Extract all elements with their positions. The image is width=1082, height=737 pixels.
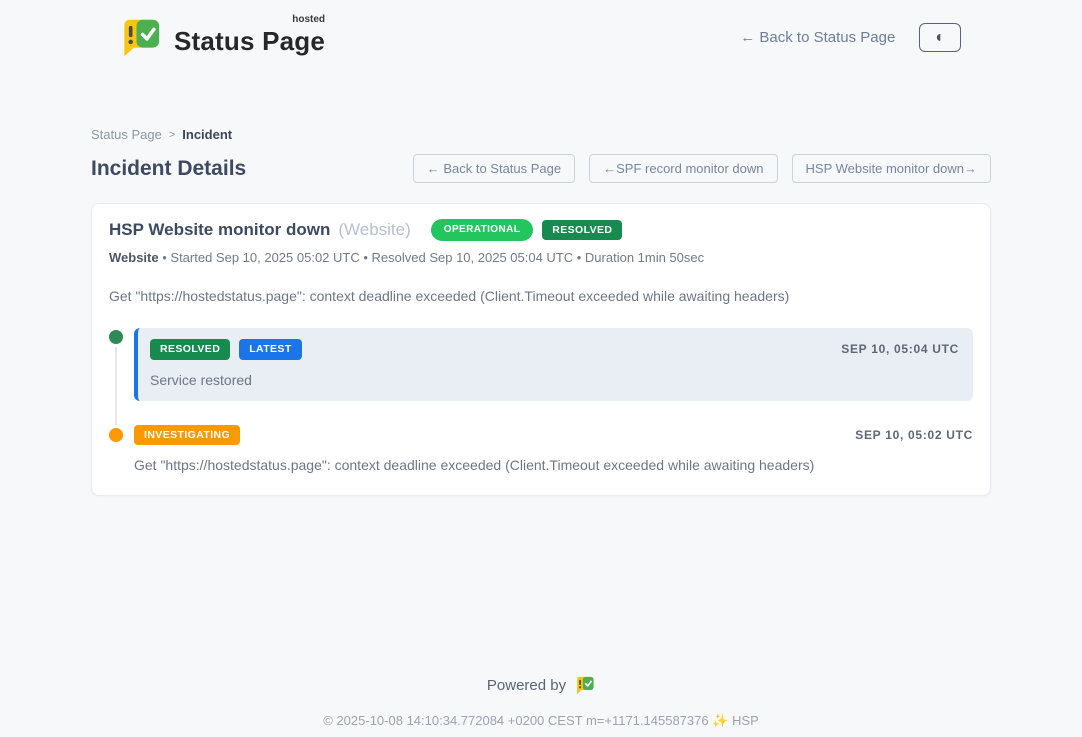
timeline-investigating-badge: INVESTIGATING bbox=[134, 425, 240, 446]
timeline-resolved-badge: RESOLVED bbox=[150, 339, 230, 360]
powered-by-label: Powered by bbox=[487, 677, 566, 694]
timeline-message: Service restored bbox=[150, 372, 959, 388]
brand-logo[interactable]: hosted Status Page bbox=[118, 18, 325, 58]
brand-superscript: hosted bbox=[292, 14, 325, 25]
page-title: Incident Details bbox=[91, 157, 246, 181]
timeline-dot-green bbox=[109, 330, 123, 344]
breadcrumb-status-page-link[interactable]: Status Page bbox=[91, 127, 162, 142]
incident-timeline: RESOLVED LATEST SEP 10, 05:04 UTC Servic… bbox=[109, 328, 973, 473]
breadcrumb-current-incident: Incident bbox=[182, 127, 232, 142]
incident-nav-buttons: ← Back to Status Page ←SPF record monito… bbox=[413, 154, 991, 183]
main-content: Status Page > Incident Incident Details … bbox=[91, 127, 991, 496]
breadcrumb-separator: > bbox=[169, 129, 175, 141]
timeline-dot-orange bbox=[109, 428, 123, 442]
timeline-latest-badge: LATEST bbox=[239, 339, 301, 360]
header-back-to-status-page-link[interactable]: ← Back to Status Page bbox=[740, 29, 895, 46]
theme-toggle-button[interactable]: ◐ bbox=[919, 23, 961, 52]
incident-description: Get "https://hostedstatus.page": context… bbox=[109, 288, 973, 304]
copyright-text: © 2025-10-08 14:10:34.772084 +0200 CEST … bbox=[0, 713, 1082, 729]
timeline-item-investigating: INVESTIGATING SEP 10, 05:02 UTC Get "htt… bbox=[109, 425, 973, 474]
powered-by-logo-icon[interactable] bbox=[574, 676, 595, 695]
resolved-status-badge: RESOLVED bbox=[542, 220, 622, 241]
incident-component-label: (Website) bbox=[338, 220, 410, 240]
half-circle-theme-icon: ◐ bbox=[935, 30, 945, 46]
footer: Powered by © 2025-10-08 14:10:34.772084 … bbox=[0, 676, 1082, 729]
incident-meta: Website • Started Sep 10, 2025 05:02 UTC… bbox=[109, 250, 973, 265]
breadcrumb: Status Page > Incident bbox=[91, 127, 991, 142]
timeline-item-resolved: RESOLVED LATEST SEP 10, 05:04 UTC Servic… bbox=[109, 328, 973, 401]
prev-incident-button[interactable]: ←SPF record monitor down bbox=[589, 154, 777, 183]
incident-card: HSP Website monitor down (Website) OPERA… bbox=[91, 203, 991, 496]
incident-title: HSP Website monitor down bbox=[109, 220, 330, 240]
timeline-timestamp: SEP 10, 05:04 UTC bbox=[841, 342, 959, 356]
operational-status-badge: OPERATIONAL bbox=[431, 219, 533, 241]
timeline-latest-update: RESOLVED LATEST SEP 10, 05:04 UTC Servic… bbox=[134, 328, 973, 401]
timeline-timestamp: SEP 10, 05:02 UTC bbox=[855, 428, 973, 442]
status-page-logo-icon bbox=[118, 18, 162, 58]
back-to-status-page-button[interactable]: ← Back to Status Page bbox=[413, 154, 575, 183]
brand-name: Status Page bbox=[174, 26, 325, 56]
incident-meta-component: Website bbox=[109, 250, 159, 265]
incident-meta-details: • Started Sep 10, 2025 05:02 UTC • Resol… bbox=[162, 250, 704, 265]
header: hosted Status Page ← Back to Status Page… bbox=[0, 0, 1082, 75]
next-incident-button[interactable]: HSP Website monitor down→ bbox=[792, 154, 991, 183]
timeline-message: Get "https://hostedstatus.page": context… bbox=[134, 457, 973, 473]
timeline-first-update: INVESTIGATING SEP 10, 05:02 UTC Get "htt… bbox=[134, 425, 973, 474]
